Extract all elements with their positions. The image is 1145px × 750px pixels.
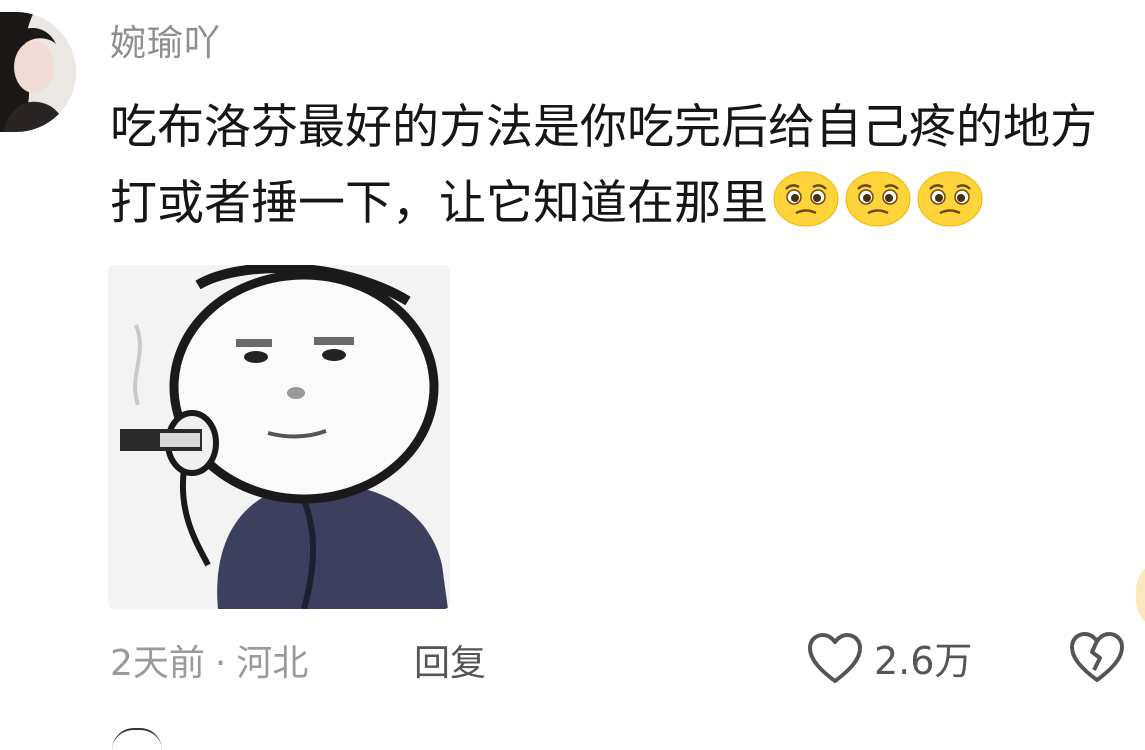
- reply-button[interactable]: 回复: [414, 634, 486, 686]
- pleading-face-icon: [844, 171, 912, 227]
- avatar-photo: [0, 12, 76, 132]
- user-avatar[interactable]: [0, 12, 76, 132]
- pleading-face-icon: [916, 171, 984, 227]
- meta-separator: ·: [214, 643, 227, 684]
- comment-time: 2天前: [110, 643, 205, 684]
- pleading-face-icon: [772, 171, 840, 227]
- floating-badge: [1136, 560, 1145, 630]
- like-button[interactable]: 2.6万: [806, 630, 972, 685]
- like-count: 2.6万: [874, 639, 973, 683]
- meme-sticker-icon[interactable]: [108, 265, 450, 609]
- next-comment-avatar: [112, 728, 162, 750]
- comment-meta: 2天前 · 河北: [110, 634, 308, 686]
- comment-location: 河北: [236, 643, 309, 684]
- comment-body: 吃布洛芬最好的方法是你吃完后给自己疼的地方打或者捶一下，让它知道在那里: [110, 90, 1140, 242]
- username[interactable]: 婉瑜吖: [110, 14, 221, 66]
- heart-icon: [808, 632, 862, 683]
- dislike-button[interactable]: [1068, 630, 1126, 688]
- broken-heart-icon: [1070, 632, 1124, 682]
